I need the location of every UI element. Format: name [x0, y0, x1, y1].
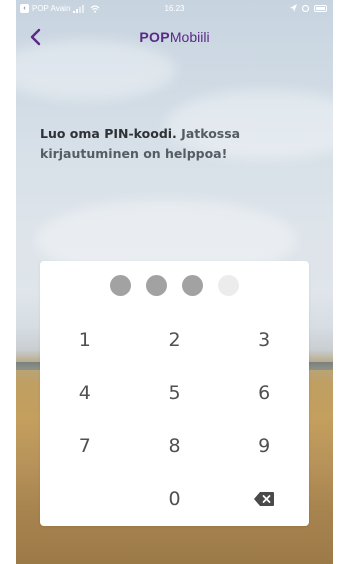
backspace-icon [254, 491, 275, 506]
alarm-icon [301, 4, 310, 12]
status-indicators [290, 4, 327, 12]
keypad-row: 0 [40, 472, 309, 525]
status-time: 16.23 [164, 4, 185, 13]
pin-instruction-strong: Luo oma PIN-koodi. [40, 126, 177, 141]
keypad-key-7[interactable]: 7 [40, 419, 130, 472]
app-logo: POPMobiili [16, 29, 333, 45]
keypad-row: 789 [40, 419, 309, 472]
keypad-key-1[interactable]: 1 [40, 313, 130, 366]
pin-dot-filled [182, 275, 203, 296]
keypad-key-2[interactable]: 2 [130, 313, 220, 366]
keypad-row: 123 [40, 313, 309, 366]
keypad-key-4[interactable]: 4 [40, 366, 130, 419]
keypad-key-9[interactable]: 9 [219, 419, 309, 472]
keypad-key-0[interactable]: 0 [130, 472, 220, 525]
pin-entry-card: 1234567890 [40, 261, 309, 526]
keypad-empty-slot [40, 472, 130, 525]
nav-bar: POPMobiili [16, 20, 333, 54]
status-bar: ‹ POP Avain 16.23 [16, 0, 333, 20]
logo-mobiili: Mobiili [169, 29, 210, 45]
pin-instruction: Luo oma PIN-koodi. Jatkossa kirjautumine… [40, 124, 310, 164]
logo-pop: POP [139, 29, 170, 45]
keypad-key-5[interactable]: 5 [130, 366, 220, 419]
pin-dot-filled [146, 275, 167, 296]
numeric-keypad: 1234567890 [40, 313, 309, 525]
keypad-key-6[interactable]: 6 [219, 366, 309, 419]
battery-icon [314, 4, 327, 12]
keypad-row: 456 [40, 366, 309, 419]
pin-progress-dots [40, 275, 309, 297]
pin-dot-empty [218, 275, 239, 296]
pin-dot-filled [110, 275, 131, 296]
location-icon [290, 4, 297, 12]
keypad-key-8[interactable]: 8 [130, 419, 220, 472]
keypad-key-3[interactable]: 3 [219, 313, 309, 366]
backspace-button[interactable] [219, 472, 309, 525]
